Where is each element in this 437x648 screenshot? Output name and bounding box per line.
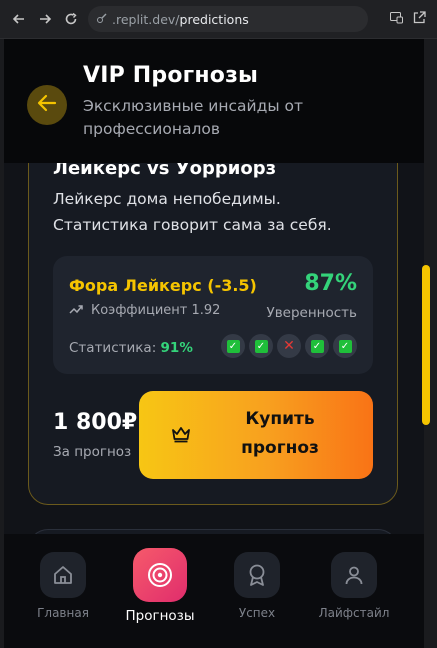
buy-line-1: Купить bbox=[245, 409, 315, 429]
coefficient-row: Коэффициент 1.92 bbox=[69, 303, 220, 318]
stats-label: Статистика: bbox=[69, 340, 161, 356]
result-win-icon: ✓ bbox=[221, 334, 245, 358]
match-description: Лейкерс дома непобедимы. Статистика гово… bbox=[53, 190, 332, 234]
browser-toolbar: .replit.dev/predictions bbox=[0, 0, 437, 39]
recent-results: ✓ ✓ ✕ ✓ ✓ bbox=[221, 334, 357, 358]
page-subtitle: Эксклюзивные инсайды от профессионалов bbox=[83, 97, 304, 138]
confidence-value: 87% bbox=[304, 271, 357, 296]
reload-icon[interactable] bbox=[58, 6, 84, 32]
cast-icon[interactable] bbox=[389, 10, 404, 29]
url-path: predictions bbox=[179, 11, 249, 27]
nav-label-predictions: Прогнозы bbox=[125, 608, 195, 624]
trending-up-icon bbox=[69, 303, 83, 318]
prediction-card: Лейкерс vs Уорриорз Лейкерс дома непобед… bbox=[28, 139, 398, 505]
home-icon bbox=[40, 552, 86, 598]
result-win-icon: ✓ bbox=[333, 334, 357, 358]
nav-item-predictions[interactable]: Прогнозы bbox=[115, 548, 205, 624]
buy-prediction-button[interactable]: Купить прогноз bbox=[139, 391, 373, 479]
scrollbar-thumb[interactable] bbox=[422, 265, 430, 425]
bottom-navigation: Главная Прогнозы Успех Лайфстайл bbox=[4, 534, 424, 648]
result-win-icon: ✓ bbox=[249, 334, 273, 358]
nav-label-success: Успех bbox=[238, 606, 276, 620]
stats-value: 91% bbox=[160, 340, 193, 356]
forward-arrow-icon[interactable] bbox=[32, 6, 58, 32]
target-icon bbox=[133, 548, 187, 602]
open-in-new-icon[interactable] bbox=[412, 10, 427, 29]
coefficient-label: Коэффициент 1.92 bbox=[91, 303, 221, 318]
nav-label-home: Главная bbox=[37, 606, 89, 620]
price-label: За прогноз bbox=[53, 444, 132, 460]
nav-item-home[interactable]: Главная bbox=[18, 552, 108, 620]
page-header: VIP Прогнозы Эксклюзивные инсайды от про… bbox=[4, 39, 424, 163]
url-domain: .replit.dev/ bbox=[112, 11, 180, 27]
crown-icon bbox=[171, 425, 191, 447]
address-bar[interactable]: .replit.dev/predictions bbox=[88, 6, 368, 32]
bet-label: Фора Лейкерс (-3.5) bbox=[69, 276, 257, 295]
price: 1 800₽ bbox=[53, 410, 138, 435]
nav-item-lifestyle[interactable]: Лайфстайл bbox=[309, 552, 399, 620]
bet-details-panel: Фора Лейкерс (-3.5) Коэффициент 1.92 87%… bbox=[53, 256, 373, 374]
page-title: VIP Прогнозы bbox=[83, 63, 259, 88]
arrow-left-icon bbox=[37, 94, 57, 116]
app-page: Лейкерс vs Уорриорз Лейкерс дома непобед… bbox=[4, 39, 424, 648]
stats-row: Статистика: 91% bbox=[69, 340, 193, 356]
award-icon bbox=[234, 552, 280, 598]
nav-label-lifestyle: Лайфстайл bbox=[318, 606, 390, 620]
back-arrow-icon[interactable] bbox=[6, 6, 32, 32]
nav-item-success[interactable]: Успех bbox=[212, 552, 302, 620]
user-icon bbox=[331, 552, 377, 598]
buy-line-2: прогноз bbox=[241, 438, 319, 458]
result-loss-icon: ✕ bbox=[277, 334, 301, 358]
buy-button-label: Купить прогноз bbox=[215, 405, 345, 463]
site-info-icon[interactable] bbox=[96, 12, 108, 27]
result-win-icon: ✓ bbox=[305, 334, 329, 358]
back-button[interactable] bbox=[27, 85, 67, 125]
confidence-label: Уверенность bbox=[266, 305, 357, 321]
